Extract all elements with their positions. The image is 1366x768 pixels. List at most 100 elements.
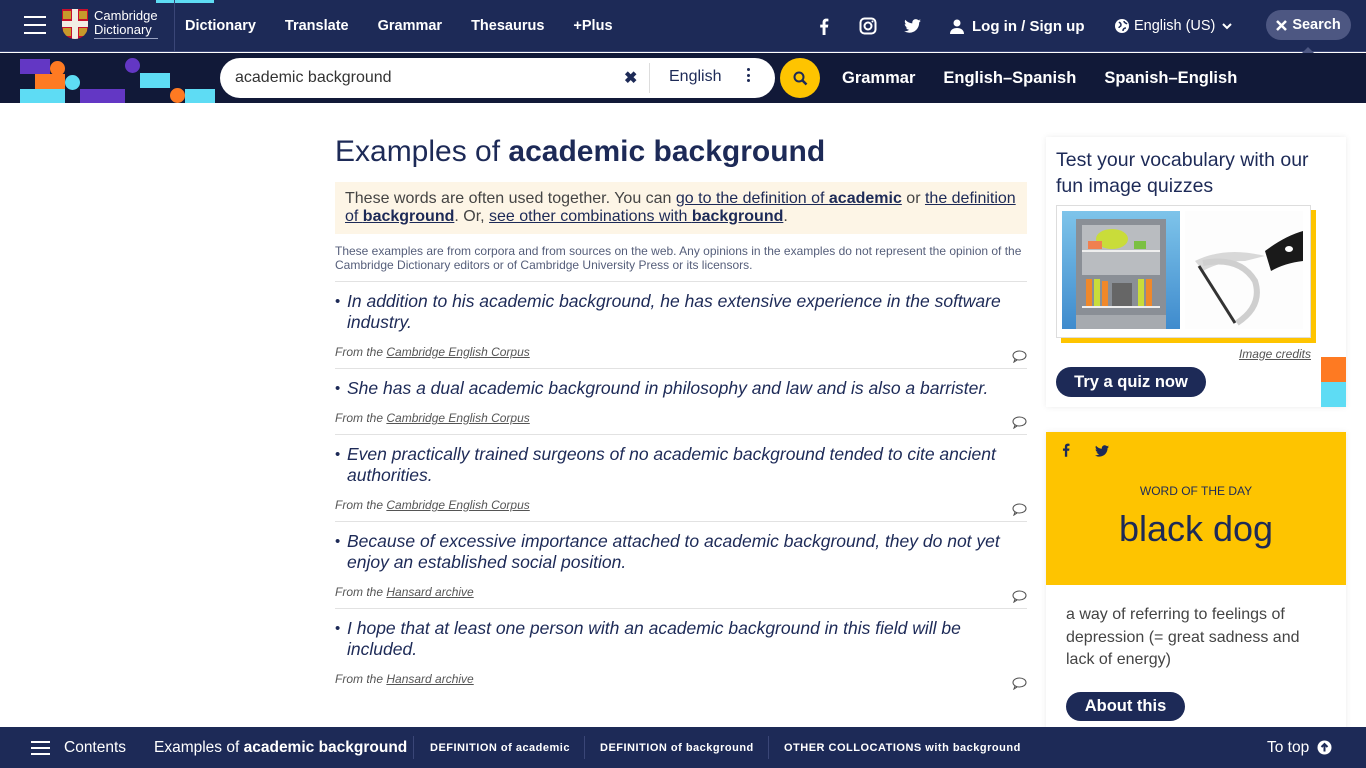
logo-line2: Dictionary [94,23,158,39]
twitter-icon[interactable] [904,0,921,52]
example-source: From the Hansard archive [335,672,474,686]
to-top-button[interactable]: To top [1267,739,1332,757]
disclaimer: These examples are from corpora and from… [335,244,1022,272]
comment-icon[interactable] [1012,677,1027,690]
quiz-promo-card: Test your vocabulary with our fun image … [1046,137,1346,407]
source-link[interactable]: Hansard archive [386,585,473,599]
cambridge-shield-icon [62,9,88,39]
peeler-image [1185,211,1303,329]
link-english-spanish[interactable]: English–Spanish [943,69,1076,88]
image-credits-link[interactable]: Image credits [1239,347,1311,361]
wotd-header: WORD OF THE DAY black dog [1046,432,1346,585]
example-item: Because of excessive importance attached… [335,521,1027,603]
facebook-icon[interactable] [1062,443,1070,457]
quiz-title: Test your vocabulary with our fun image … [1056,149,1309,197]
facebook-icon[interactable] [819,0,829,52]
clear-search-icon[interactable]: ✖ [624,68,637,88]
top-navigation-bar: Cambridge Dictionary Dictionary Translat… [0,0,1366,53]
bottom-contents-bar: Contents Examples of academic background… [0,727,1366,768]
page-title: Examples of academic background [335,135,826,168]
current-section-link[interactable]: Examples of academic background [154,739,407,757]
search-bar-region: ✖ English Grammar English–Spanish Spanis… [0,53,1366,103]
main-nav: Dictionary Translate Grammar Thesaurus +… [185,0,642,52]
divider [413,736,414,759]
example-source: From the Cambridge English Corpus [335,498,530,512]
search-toggle-button[interactable]: Search [1266,10,1351,53]
wotd-definition: a way of referring to feelings of depres… [1066,606,1300,668]
comment-icon[interactable] [1012,350,1027,363]
wotd-word[interactable]: black dog [1046,508,1346,550]
word-of-the-day-card: WORD OF THE DAY black dog a way of refer… [1046,432,1346,732]
nav-translate[interactable]: Translate [285,18,349,34]
search-submit-button[interactable] [780,58,820,98]
divider [174,0,175,52]
link-spanish-english[interactable]: Spanish–English [1104,69,1237,88]
to-top-label: To top [1267,738,1310,756]
contents-button[interactable]: Contents [64,739,126,757]
search-box: ✖ English [220,58,775,98]
language-selector[interactable]: English (US) [1115,0,1233,52]
example-source: From the Cambridge English Corpus [335,411,530,425]
nav-thesaurus[interactable]: Thesaurus [471,18,544,34]
main-content: Examples of academic background These wo… [335,135,1027,690]
try-quiz-button[interactable]: Try a quiz now [1056,367,1206,397]
chevron-down-icon [1222,22,1233,29]
nav-plus[interactable]: +Plus [573,18,612,34]
decorative-block [1321,382,1346,407]
comment-icon[interactable] [1012,503,1027,516]
source-link[interactable]: Hansard archive [386,672,473,686]
about-this-button[interactable]: About this [1066,692,1185,721]
twitter-icon[interactable] [1095,445,1109,457]
other-collocations-section-link[interactable]: OTHER COLLOCATIONS with background [784,742,1021,754]
source-link[interactable]: Cambridge English Corpus [386,498,529,512]
nav-dictionary[interactable]: Dictionary [185,18,256,34]
language-label: English (US) [1134,18,1216,34]
more-options-icon[interactable] [747,68,751,84]
instagram-icon[interactable] [859,0,877,52]
comment-icon[interactable] [1012,416,1027,429]
link-grammar[interactable]: Grammar [842,69,915,88]
globe-icon [1115,19,1129,33]
dishwasher-image [1062,211,1180,329]
definition-background-section-link[interactable]: DEFINITION of background [600,742,754,754]
example-sentence: Even practically trained surgeons of no … [335,444,1027,486]
source-link[interactable]: Cambridge English Corpus [386,411,529,425]
divider [584,736,585,759]
example-sentence: I hope that at least one person with an … [335,618,1027,660]
example-item: She has a dual academic background in ph… [335,368,1027,429]
example-sentence: In addition to his academic background, … [335,291,1027,333]
definition-academic-section-link[interactable]: DEFINITION of academic [430,742,570,754]
decorative-block [1321,357,1346,382]
nav-grammar[interactable]: Grammar [378,18,442,34]
example-item: In addition to his academic background, … [335,281,1027,363]
wotd-label: WORD OF THE DAY [1139,484,1253,498]
dictionary-selector[interactable]: English [669,68,721,86]
example-source: From the Hansard archive [335,585,474,599]
login-signup-link[interactable]: Log in / Sign up [950,0,1084,52]
divider [649,63,650,93]
example-sentence: Because of excessive importance attached… [335,531,1027,573]
menu-icon[interactable] [24,16,46,34]
cambridge-logo[interactable]: Cambridge Dictionary [62,9,158,39]
contents-menu-icon[interactable] [31,741,50,759]
example-item: Even practically trained surgeons of no … [335,434,1027,516]
source-link[interactable]: Cambridge English Corpus [386,345,529,359]
quiz-image[interactable] [1056,205,1311,338]
example-item: I hope that at least one person with an … [335,608,1027,690]
user-icon [950,19,964,34]
close-icon [1276,19,1288,31]
other-combinations-link[interactable]: see other combinations with background [489,208,783,225]
dictionary-links: Grammar English–Spanish Spanish–English [842,53,1265,103]
example-source: From the Cambridge English Corpus [335,345,530,359]
search-icon [793,71,807,85]
logo-line1: Cambridge [94,8,158,23]
divider [768,736,769,759]
comment-icon[interactable] [1012,590,1027,603]
search-toggle-label: Search [1292,17,1341,33]
search-input[interactable] [235,69,615,87]
collocation-note: These words are often used together. You… [335,182,1027,234]
definition-academic-link[interactable]: go to the definition of academic [676,190,902,207]
login-label: Log in / Sign up [972,17,1085,35]
example-sentence: She has a dual academic background in ph… [335,378,1027,399]
arrow-up-circle-icon [1317,740,1332,755]
